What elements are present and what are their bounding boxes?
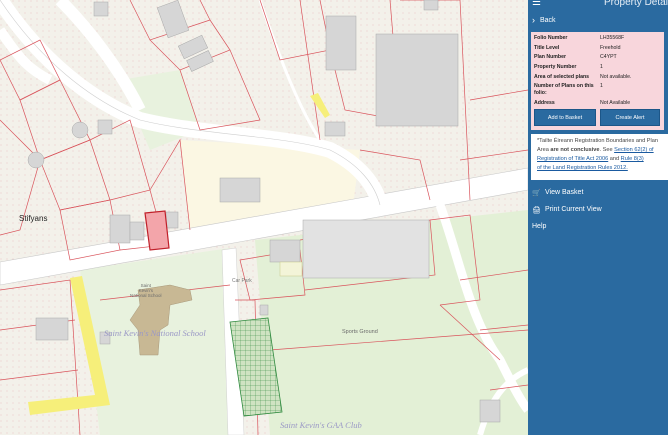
notice-line-4: of the Land Registration Rules 2012.	[537, 164, 668, 173]
info-value: 1	[600, 64, 603, 71]
map-label-gaa-club: Saint Kevin's GAA Club	[280, 420, 362, 430]
view-basket-button[interactable]: 🛒 View Basket	[528, 184, 668, 201]
rule-8-link[interactable]: Rule 8(3)	[621, 156, 644, 162]
info-row: Area of selected plans Not available.	[534, 74, 661, 81]
map-label-sports-ground: Sports Ground	[342, 329, 378, 335]
map-label-car-park: Car Park	[232, 278, 252, 284]
print-view-label: Print Current View	[545, 206, 602, 214]
notice-line-1: *Tailte Éireann Registration Boundaries …	[537, 138, 658, 145]
info-row: Plan Number C4YPT	[534, 54, 661, 61]
chevron-right-icon: ›	[532, 15, 535, 25]
property-info-box: Folio Number LH35568F Title Level Freeho…	[531, 32, 664, 131]
notice-text: Area	[537, 147, 551, 154]
info-row: Address Not Available	[534, 100, 661, 107]
map-canvas[interactable]	[0, 0, 528, 435]
info-value: C4YPT	[600, 54, 617, 61]
cart-icon: 🛒	[532, 189, 541, 197]
info-row: Title Level Freehold	[534, 45, 661, 52]
info-row: Folio Number LH35568F	[534, 35, 661, 42]
back-label: Back	[540, 16, 556, 24]
school-small-line-3: National School	[130, 293, 162, 298]
printer-icon: 🖨	[532, 206, 541, 214]
notice-text: and	[608, 156, 621, 163]
print-view-button[interactable]: 🖨 Print Current View	[528, 201, 668, 218]
create-alert-button[interactable]: Create Alert	[600, 109, 660, 127]
map-label-town: Stifyans	[19, 214, 48, 223]
info-value: LH35568F	[600, 35, 625, 41]
back-button[interactable]: › Back	[528, 10, 668, 30]
menu-icon[interactable]: ☰	[532, 0, 541, 8]
add-to-basket-button[interactable]: Add to Basket	[534, 109, 596, 127]
info-label: Folio Number	[534, 35, 568, 41]
map-label-school-small: Saint Kevin's National School	[130, 283, 162, 298]
map-label-school: Saint Kevin's National School	[104, 328, 206, 338]
registration-act-link[interactable]: Registration of Title Act 2006	[537, 156, 608, 162]
map-view[interactable]: Stifyans Saint Kevin's National School S…	[0, 0, 528, 435]
info-row: Property Number 1	[534, 64, 661, 71]
help-button[interactable]: Help	[528, 218, 668, 235]
info-label: Property Number	[534, 64, 577, 71]
section-62-link[interactable]: Section 62(2) of	[614, 147, 654, 153]
info-label: Title Level	[534, 44, 560, 51]
info-label: Plan Number	[534, 54, 566, 61]
notice-line-3: Registration of Title Act 2006 and Rule …	[537, 155, 668, 164]
notice-text: . See	[599, 147, 615, 154]
notice-line-2: Area are not conclusive. See Section 62(…	[537, 146, 668, 155]
info-value: Not Available	[600, 99, 631, 106]
help-label: Help	[532, 223, 547, 231]
registration-notice: *Tailte Éireann Registration Boundaries …	[531, 134, 668, 181]
panel-title: Property Details	[604, 0, 668, 8]
info-row: Number of Plans on this folio: 1	[534, 83, 661, 96]
small-structures	[279, 261, 303, 277]
notice-bold: are not conclusive	[550, 147, 600, 154]
info-label: Area of selected plans	[534, 73, 590, 80]
property-details-panel: ☰ Property Details › Back Folio Number L…	[528, 0, 668, 435]
view-basket-label: View Basket	[545, 189, 584, 197]
action-buttons: Add to Basket Create Alert	[534, 109, 661, 127]
panel-header: ☰ Property Details	[528, 0, 668, 10]
info-label: Address	[534, 99, 555, 106]
info-value: Not available.	[600, 73, 632, 80]
info-label: Number of Plans on this folio:	[534, 83, 594, 96]
land-registration-rules-link[interactable]: of the Land Registration Rules 2012.	[537, 165, 628, 171]
info-value: Freehold	[600, 44, 621, 51]
info-value: 1	[600, 83, 603, 90]
